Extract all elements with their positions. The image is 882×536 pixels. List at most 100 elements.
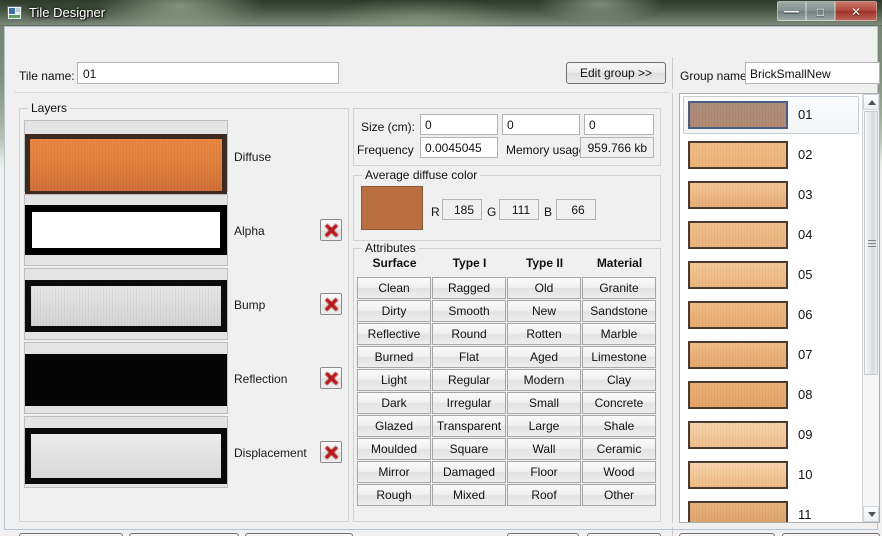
size-z-input[interactable]: 0	[584, 114, 654, 135]
average-color-title: Average diffuse color	[362, 168, 481, 182]
scrollbar-thumb[interactable]	[864, 111, 878, 375]
attribute-option-button[interactable]: Aged	[507, 346, 581, 368]
attribute-option-button[interactable]: Irregular	[432, 392, 506, 414]
delete-layer-button[interactable]	[320, 441, 342, 463]
attribute-option-button[interactable]: Glazed	[357, 415, 431, 437]
tile-thumbnail	[688, 141, 788, 169]
attribute-option-button[interactable]: Wall	[507, 438, 581, 460]
tile-list-item[interactable]: 10	[683, 456, 859, 494]
attribute-option-button[interactable]: Moulded	[357, 438, 431, 460]
scroll-up-button[interactable]	[863, 94, 879, 110]
attribute-option-button[interactable]: Marble	[582, 323, 656, 345]
tile-number-label: 07	[798, 347, 813, 362]
attribute-option-button[interactable]: Square	[432, 438, 506, 460]
attribute-option-button[interactable]: Wood	[582, 461, 656, 483]
frequency-input[interactable]: 0.0045045	[420, 137, 498, 158]
tile-number-label: 09	[798, 427, 813, 442]
attribute-option-button[interactable]: Clean	[357, 277, 431, 299]
layer-thumbnail-alpha[interactable]	[24, 194, 228, 266]
attribute-option-button[interactable]: Rough	[357, 484, 431, 506]
tile-list-item[interactable]: 06	[683, 296, 859, 334]
attribute-option-button[interactable]: Reflective	[357, 323, 431, 345]
delete-layer-button[interactable]	[320, 367, 342, 389]
g-label: G	[487, 205, 497, 219]
attribute-option-button[interactable]: Mixed	[432, 484, 506, 506]
attributes-column-header: Type II	[525, 256, 564, 270]
layer-row[interactable]: Reflection	[24, 342, 345, 416]
tile-list-scrollbar[interactable]	[862, 94, 879, 522]
group-name-input[interactable]: BrickSmallNew	[745, 62, 880, 84]
layer-thumbnail-diffuse[interactable]	[24, 120, 228, 196]
close-button[interactable]: ✕	[835, 1, 877, 21]
tile-list-item[interactable]: 09	[683, 416, 859, 454]
layer-thumbnail-displacement[interactable]	[24, 416, 228, 488]
layer-row[interactable]: Displacement	[24, 416, 345, 490]
minimize-icon: —	[784, 3, 799, 20]
size-x-input[interactable]: 0	[420, 114, 498, 135]
tile-thumbnail	[688, 501, 788, 522]
attribute-option-button[interactable]: Sandstone	[582, 300, 656, 322]
attribute-option-button[interactable]: Light	[357, 369, 431, 391]
layer-row[interactable]: Bump	[24, 268, 345, 342]
attribute-option-button[interactable]: Limestone	[582, 346, 656, 368]
attribute-option-button[interactable]: Smooth	[432, 300, 506, 322]
triangle-up-icon	[868, 100, 876, 105]
size-y-input[interactable]: 0	[502, 114, 580, 135]
tile-list-item[interactable]: 11	[683, 496, 859, 522]
attribute-option-button[interactable]: Mirror	[357, 461, 431, 483]
group-name-label: Group name:	[680, 69, 751, 83]
layer-label: Displacement	[234, 446, 307, 460]
minimize-button[interactable]: —	[777, 1, 806, 21]
tile-list[interactable]: 01 02 03 04 05 06 07 08 09 10 11	[680, 94, 863, 522]
attribute-option-button[interactable]: Dirty	[357, 300, 431, 322]
attribute-option-button[interactable]: Large	[507, 415, 581, 437]
attribute-option-button[interactable]: Regular	[432, 369, 506, 391]
title-bar-glass	[0, 0, 882, 26]
maximize-button[interactable]: □	[806, 1, 835, 21]
attribute-option-button[interactable]: Round	[432, 323, 506, 345]
layer-texture-preview	[25, 134, 227, 196]
edit-group-button[interactable]: Edit group >>	[566, 62, 666, 84]
attribute-option-button[interactable]: Granite	[582, 277, 656, 299]
top-divider	[672, 57, 673, 89]
title-bar: Tile Designer — □ ✕	[0, 0, 882, 26]
layer-thumbnail-reflection[interactable]	[24, 342, 228, 414]
tile-list-item[interactable]: 07	[683, 336, 859, 374]
tile-list-item[interactable]: 03	[683, 176, 859, 214]
attribute-option-button[interactable]: Floor	[507, 461, 581, 483]
attribute-option-button[interactable]: Transparent	[432, 415, 506, 437]
layers-list[interactable]: Diffuse Alpha Bump Reflection Displacement	[24, 116, 345, 516]
layer-row[interactable]: Alpha	[24, 194, 345, 268]
delete-layer-button[interactable]	[320, 293, 342, 315]
tile-list-item[interactable]: 02	[683, 136, 859, 174]
attribute-option-button[interactable]: Roof	[507, 484, 581, 506]
attribute-option-button[interactable]: Burned	[357, 346, 431, 368]
attribute-option-button[interactable]: Other	[582, 484, 656, 506]
tile-thumbnail	[688, 261, 788, 289]
attribute-option-button[interactable]: Flat	[432, 346, 506, 368]
tile-list-item[interactable]: 05	[683, 256, 859, 294]
attribute-option-button[interactable]: Shale	[582, 415, 656, 437]
attribute-option-button[interactable]: Clay	[582, 369, 656, 391]
attribute-option-button[interactable]: Ragged	[432, 277, 506, 299]
layer-thumbnail-bump[interactable]	[24, 268, 228, 340]
tile-list-item[interactable]: 01	[683, 96, 859, 134]
attribute-option-button[interactable]: Concrete	[582, 392, 656, 414]
attributes-column-header: Surface	[372, 256, 417, 270]
attribute-option-button[interactable]: New	[507, 300, 581, 322]
tile-list-item[interactable]: 08	[683, 376, 859, 414]
attribute-option-button[interactable]: Modern	[507, 369, 581, 391]
layer-row[interactable]: Diffuse	[24, 120, 345, 196]
attribute-option-button[interactable]: Small	[507, 392, 581, 414]
attribute-option-button[interactable]: Dark	[357, 392, 431, 414]
attribute-option-button[interactable]: Damaged	[432, 461, 506, 483]
tile-number-label: 10	[798, 467, 813, 482]
attribute-option-button[interactable]: Rotten	[507, 323, 581, 345]
attribute-option-button[interactable]: Old	[507, 277, 581, 299]
layer-label: Alpha	[234, 224, 265, 238]
tile-list-item[interactable]: 04	[683, 216, 859, 254]
delete-layer-button[interactable]	[320, 219, 342, 241]
tile-name-input[interactable]: 01	[77, 62, 339, 84]
scroll-down-button[interactable]	[863, 506, 879, 522]
attribute-option-button[interactable]: Ceramic	[582, 438, 656, 460]
